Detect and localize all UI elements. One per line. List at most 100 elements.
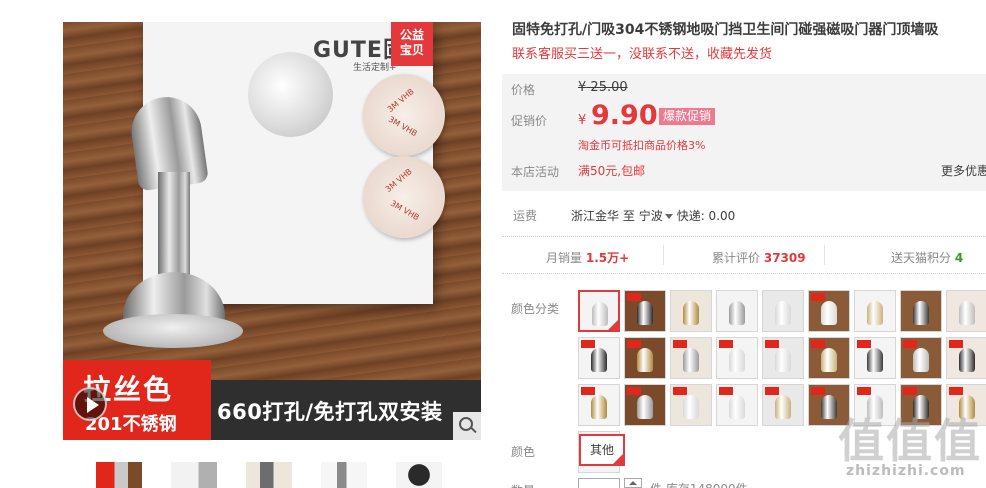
color-swatch[interactable] xyxy=(670,384,712,426)
watermark-glyph: 值 xyxy=(838,414,884,468)
swatch-promo-tag xyxy=(811,387,825,395)
color-label: 颜色 xyxy=(511,445,536,459)
watermark-glyph: 值 xyxy=(934,414,980,468)
door-stopper-icon xyxy=(729,348,745,372)
door-stopper-icon xyxy=(867,348,883,372)
total-reviews[interactable]: 累计评价 37309 xyxy=(712,249,806,266)
swatch-promo-tag xyxy=(581,387,595,395)
monthly-sales: 月销量 1.5万+ xyxy=(546,249,629,266)
ship-destination[interactable]: 宁波 xyxy=(639,209,663,223)
thumbnail[interactable] xyxy=(396,462,442,488)
stock-text: 件 库存148000件 xyxy=(650,480,748,488)
promo-price: 9.90 xyxy=(591,100,658,131)
thumbnail[interactable] xyxy=(96,462,142,488)
thumbnail[interactable] xyxy=(321,462,367,488)
color-swatch[interactable] xyxy=(762,290,804,332)
color-swatch[interactable] xyxy=(808,337,850,379)
door-stopper-icon xyxy=(637,395,653,419)
color-swatch[interactable] xyxy=(716,384,758,426)
color-swatch[interactable] xyxy=(624,337,666,379)
watermark-text: zhizhizhi.com xyxy=(846,463,966,479)
door-stopper-icon xyxy=(683,301,699,325)
door-stopper-icon xyxy=(775,395,791,419)
swatch-promo-tag xyxy=(903,340,917,348)
color-swatch[interactable] xyxy=(900,290,942,332)
color-swatch[interactable] xyxy=(716,337,758,379)
door-stopper-icon xyxy=(637,301,653,325)
color-swatch[interactable] xyxy=(670,290,712,332)
zoom-icon[interactable] xyxy=(453,412,481,440)
swatch-promo-tag xyxy=(719,340,733,348)
total-reviews-value: 37309 xyxy=(763,251,806,265)
color-swatch[interactable] xyxy=(854,290,896,332)
price-panel xyxy=(502,74,986,191)
color-swatch[interactable] xyxy=(670,337,712,379)
chevron-down-icon[interactable] xyxy=(664,213,673,219)
promo-price-label: 促销价 xyxy=(511,114,548,128)
color-swatch[interactable] xyxy=(578,337,620,379)
quantity-label: 数量 xyxy=(511,482,535,488)
color-swatch[interactable] xyxy=(624,384,666,426)
quantity-input[interactable] xyxy=(578,478,620,488)
color-swatch[interactable] xyxy=(946,290,986,332)
selected-check-icon xyxy=(613,454,623,464)
charity-badge-line1: 公益 xyxy=(399,28,424,42)
door-stopper-icon xyxy=(729,301,745,325)
tmall-points-value: 4 xyxy=(954,251,964,265)
product-subtitle: 联系客服买三送一，没联系不送，收藏先发货 xyxy=(512,47,773,62)
adhesive-pad-1: 3M VHB 3M VHB xyxy=(363,74,445,156)
color-option-other[interactable]: 其他 xyxy=(579,434,625,466)
adhesive-pad-2: 3M VHB 3M VHB xyxy=(363,156,445,238)
color-swatch[interactable] xyxy=(946,337,986,379)
video-play-icon[interactable] xyxy=(73,387,107,421)
door-stopper-icon xyxy=(775,301,791,325)
original-price-currency: ¥ xyxy=(578,80,587,95)
thumbnail[interactable] xyxy=(171,462,217,488)
watermark-glyph: 值 xyxy=(886,414,932,468)
thumbnail[interactable] xyxy=(246,462,292,488)
door-stopper-icon xyxy=(867,301,883,325)
swatch-promo-tag xyxy=(857,340,871,348)
swatch-promo-tag xyxy=(903,387,917,395)
door-stopper-icon xyxy=(821,348,837,372)
door-stopper-icon xyxy=(683,348,699,372)
swatch-promo-tag xyxy=(673,387,687,395)
color-swatch[interactable] xyxy=(808,290,850,332)
more-offers-link[interactable]: 更多优惠 xyxy=(941,162,986,179)
pad-label: 3M VHB xyxy=(383,166,414,195)
pad-label: 3M VHB xyxy=(386,114,419,139)
sales-stats: 月销量 1.5万+ 累计评价 37309 送天猫积分 4 xyxy=(502,236,986,274)
door-stopper-icon xyxy=(775,348,791,372)
door-stopper-icon xyxy=(959,301,975,325)
color-swatch[interactable] xyxy=(624,290,666,332)
original-price-value: 25.00 xyxy=(590,80,628,95)
store-activity: 满50元,包邮 xyxy=(578,164,646,178)
charity-badge-line2: 宝贝 xyxy=(399,43,424,57)
swatch-promo-tag xyxy=(811,340,825,348)
color-option-other-label: 其他 xyxy=(589,443,614,457)
divider xyxy=(663,245,664,265)
swatch-promo-tag xyxy=(627,387,641,395)
color-swatch[interactable] xyxy=(762,337,804,379)
color-swatch[interactable] xyxy=(854,337,896,379)
shipping-label: 运费 xyxy=(513,209,538,223)
selected-check-icon xyxy=(608,320,618,330)
color-swatch[interactable] xyxy=(578,384,620,426)
swatch-promo-tag xyxy=(811,293,825,301)
express-fee: 快递: 0.00 xyxy=(676,209,736,223)
coin-deduction-note[interactable]: 淘金币可抵扣商品价格3% xyxy=(578,137,705,153)
total-reviews-label: 累计评价 xyxy=(712,251,761,265)
color-swatch[interactable] xyxy=(900,337,942,379)
quantity-increase-icon[interactable] xyxy=(624,478,642,488)
color-swatch[interactable] xyxy=(578,290,620,332)
shipping-info: 浙江金华 至 宁波 快递: 0.00 xyxy=(571,207,735,224)
main-product-image[interactable]: GUTE固特 生活定制+ 3M VHB 3M VHB 3M VHB 3M VHB… xyxy=(63,22,481,440)
swatch-promo-tag xyxy=(627,340,641,348)
color-swatch[interactable] xyxy=(716,290,758,332)
ship-from: 浙江金华 xyxy=(571,209,620,223)
door-stopper-icon xyxy=(821,301,837,325)
color-swatch[interactable] xyxy=(762,384,804,426)
product-title: 固特免打孔/门吸304不锈钢地吸门挡卫生间门碰强磁吸门器门顶墙吸 xyxy=(512,22,939,38)
door-stopper-icon xyxy=(913,348,929,372)
store-activity-label: 本店活动 xyxy=(511,165,560,179)
